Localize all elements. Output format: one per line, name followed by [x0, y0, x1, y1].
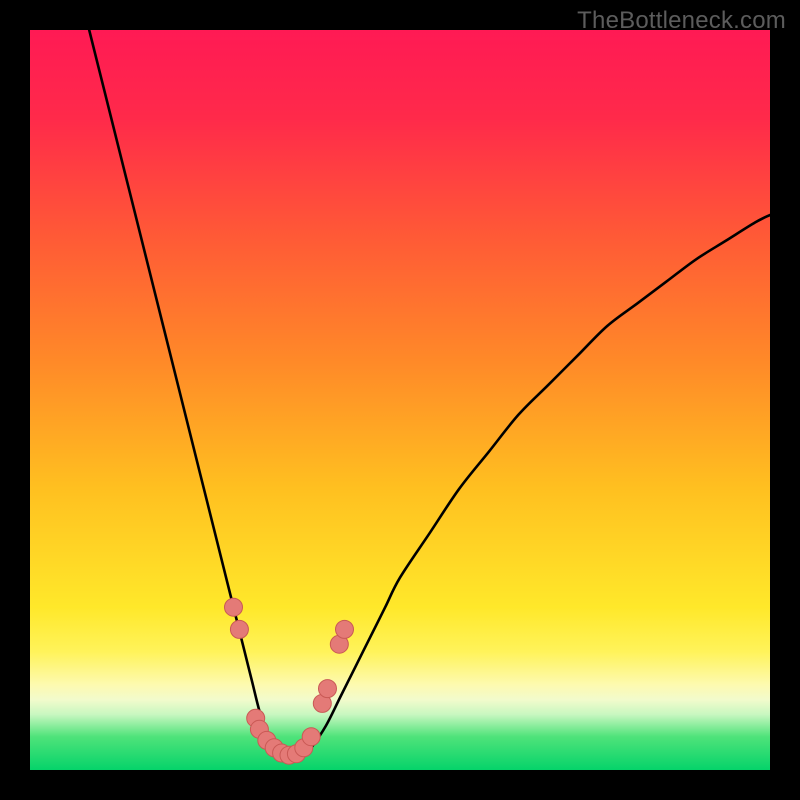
curve-marker	[230, 620, 248, 638]
curve-marker	[318, 680, 336, 698]
curve-marker	[336, 620, 354, 638]
bottleneck-chart	[30, 30, 770, 770]
curve-marker	[225, 598, 243, 616]
heatmap-background	[30, 30, 770, 770]
chart-frame: TheBottleneck.com	[0, 0, 800, 800]
chart-plot-area	[30, 30, 770, 770]
curve-marker	[302, 728, 320, 746]
watermark-label: TheBottleneck.com	[577, 7, 786, 35]
